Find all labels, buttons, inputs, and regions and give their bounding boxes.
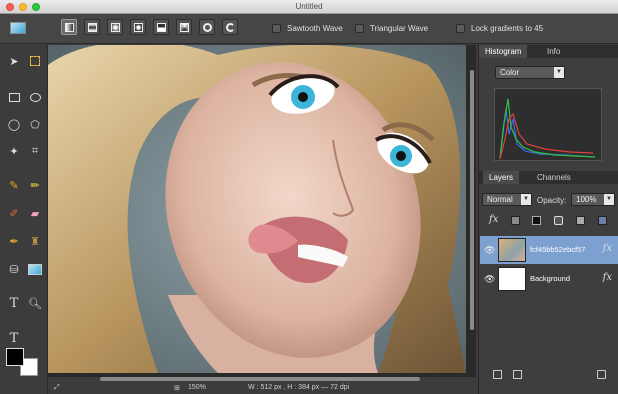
new-layer-icon[interactable] <box>493 370 502 379</box>
tab-info[interactable]: Info <box>541 45 566 58</box>
fx-icon[interactable]: fx <box>489 214 498 225</box>
vertical-scrollbar[interactable] <box>470 70 474 330</box>
spiral-alt-icon <box>225 22 235 32</box>
gradient-mode-square[interactable] <box>153 19 169 35</box>
layer-name: fcf45bb52ebcf57 <box>530 245 586 254</box>
blend-mode-value: Normal <box>487 195 513 204</box>
title-bar: Untitled <box>0 0 618 14</box>
zoom-level: 150% <box>188 384 206 391</box>
eyedropper-icon[interactable]: ✒ <box>6 233 22 249</box>
move-icon[interactable]: ➤ <box>6 53 22 69</box>
blend-color-icon[interactable] <box>598 216 607 225</box>
status-bar: ⤢ ⊞ 150% W : 512 px , H : 384 px — 72 dp… <box>48 382 478 394</box>
gradient-mode-reflected[interactable] <box>84 19 100 35</box>
lasso-icon[interactable]: ◯ <box>6 116 22 132</box>
opacity-label: Opacity: <box>537 196 567 205</box>
visibility-eye-icon[interactable]: 👁︎ <box>484 245 495 256</box>
blend-screen-icon[interactable] <box>554 216 563 225</box>
marquee-icon[interactable] <box>27 53 43 69</box>
layer-row[interactable]: 👁︎ Background fx <box>480 265 618 293</box>
eraser-icon[interactable]: ▰ <box>27 205 43 221</box>
lock-gradients-label: Lock gradients to 45 <box>471 24 544 33</box>
pencil-icon[interactable]: ✏ <box>27 177 43 193</box>
gradient-tool-icon[interactable] <box>27 261 43 277</box>
layer-thumbnail-white <box>498 267 526 291</box>
tools-panel: ➤ ◯ ⬠ ✦ ⌗ ✎ ✏ ✐ ▰ ✒ ♜ ⛁ T 🔍︎ T <box>0 45 48 394</box>
blend-dark-icon[interactable] <box>532 216 541 225</box>
layer-name: Background <box>530 274 571 283</box>
trash-icon[interactable] <box>597 370 606 379</box>
stamp-icon[interactable]: ♜ <box>27 233 43 249</box>
duplicate-layer-icon[interactable] <box>513 370 522 379</box>
ellipse-select-icon[interactable] <box>27 89 43 105</box>
type-icon[interactable]: T <box>6 295 22 311</box>
cone-icon <box>179 22 189 32</box>
triangular-wave-label: Triangular Wave <box>370 24 429 33</box>
chevron-down-icon: ▼ <box>604 194 614 205</box>
rect-select-icon[interactable] <box>6 89 22 105</box>
blend-normal-icon[interactable] <box>511 216 520 225</box>
layer-fx-icon[interactable]: fx <box>603 272 612 283</box>
chevron-down-icon: ▼ <box>521 194 531 205</box>
paint-bucket-icon[interactable]: ⛁ <box>6 261 22 277</box>
gradient-mode-spiral-alt[interactable] <box>222 19 238 35</box>
tab-histogram[interactable]: Histogram <box>479 45 528 58</box>
radial-icon <box>133 22 143 32</box>
spiral-icon <box>202 22 212 32</box>
histogram-graph <box>494 88 602 161</box>
histogram-channel-value: Color <box>500 68 520 77</box>
zoom-icon[interactable]: 🔍︎ <box>27 295 43 311</box>
document-dimensions: W : 512 px , H : 384 px — 72 dpi <box>248 384 350 391</box>
horizontal-scrollbar[interactable] <box>100 377 420 381</box>
layer-row[interactable]: 👁︎ fcf45bb52ebcf57 fx <box>480 236 618 264</box>
histogram-curves <box>499 98 596 160</box>
layer-thumbnail-portrait <box>498 238 526 262</box>
clone-stamp-icon[interactable]: ✐ <box>6 205 22 221</box>
linear-icon <box>64 22 74 32</box>
lock-gradients-checkbox[interactable] <box>456 24 465 33</box>
gradient-mode-spiral[interactable] <box>199 19 215 35</box>
opacity-field[interactable]: 100% ▼ <box>571 193 615 206</box>
magic-wand-icon[interactable]: ✦ <box>6 143 22 159</box>
diamond-icon <box>110 22 120 32</box>
sawtooth-wave-label: Sawtooth Wave <box>287 24 343 33</box>
layer-fx-icon[interactable]: fx <box>603 243 612 254</box>
canvas-area[interactable] <box>48 45 476 377</box>
options-bar: Sawtooth Wave Triangular Wave Lock gradi… <box>0 14 618 44</box>
layers-tabs: Layers Channels <box>479 171 618 184</box>
triangular-wave-checkbox[interactable] <box>355 24 364 33</box>
fit-screen-icon[interactable]: ⤢ <box>54 384 60 392</box>
sawtooth-wave-checkbox[interactable] <box>272 24 281 33</box>
tab-channels[interactable]: Channels <box>531 171 577 184</box>
foreground-color-swatch[interactable] <box>6 348 24 366</box>
crop-icon[interactable]: ⌗ <box>27 143 43 159</box>
tab-layers[interactable]: Layers <box>483 171 520 184</box>
zoom-in-icon[interactable]: ⊞ <box>174 384 180 392</box>
layers-footer <box>479 367 618 381</box>
square-icon <box>156 22 166 32</box>
opacity-value: 100% <box>576 195 597 204</box>
blend-overlay-icon[interactable] <box>576 216 585 225</box>
chevron-down-icon: ▼ <box>554 67 564 78</box>
gradient-mode-radial[interactable] <box>130 19 146 35</box>
portrait-photo <box>48 45 466 373</box>
brush-icon[interactable]: ✎ <box>6 177 22 193</box>
poly-lasso-icon[interactable]: ⬠ <box>27 116 43 132</box>
right-panel: Histogram Info Color ▼ Layers Channels N… <box>478 45 618 394</box>
gradient-mode-linear[interactable] <box>61 19 77 35</box>
window-title: Untitled <box>295 2 323 11</box>
visibility-eye-icon[interactable]: 👁︎ <box>484 274 495 285</box>
gradient-mode-cone[interactable] <box>176 19 192 35</box>
blend-mode-select[interactable]: Normal ▼ <box>482 193 532 206</box>
histogram-channel-select[interactable]: Color ▼ <box>495 66 565 79</box>
gradient-mode-diamond[interactable] <box>107 19 123 35</box>
gradient-swatch-icon[interactable] <box>10 22 26 34</box>
reflected-icon <box>87 22 97 32</box>
histogram-tabs: Histogram Info <box>479 45 618 58</box>
text-alt-icon[interactable]: T <box>6 330 22 346</box>
